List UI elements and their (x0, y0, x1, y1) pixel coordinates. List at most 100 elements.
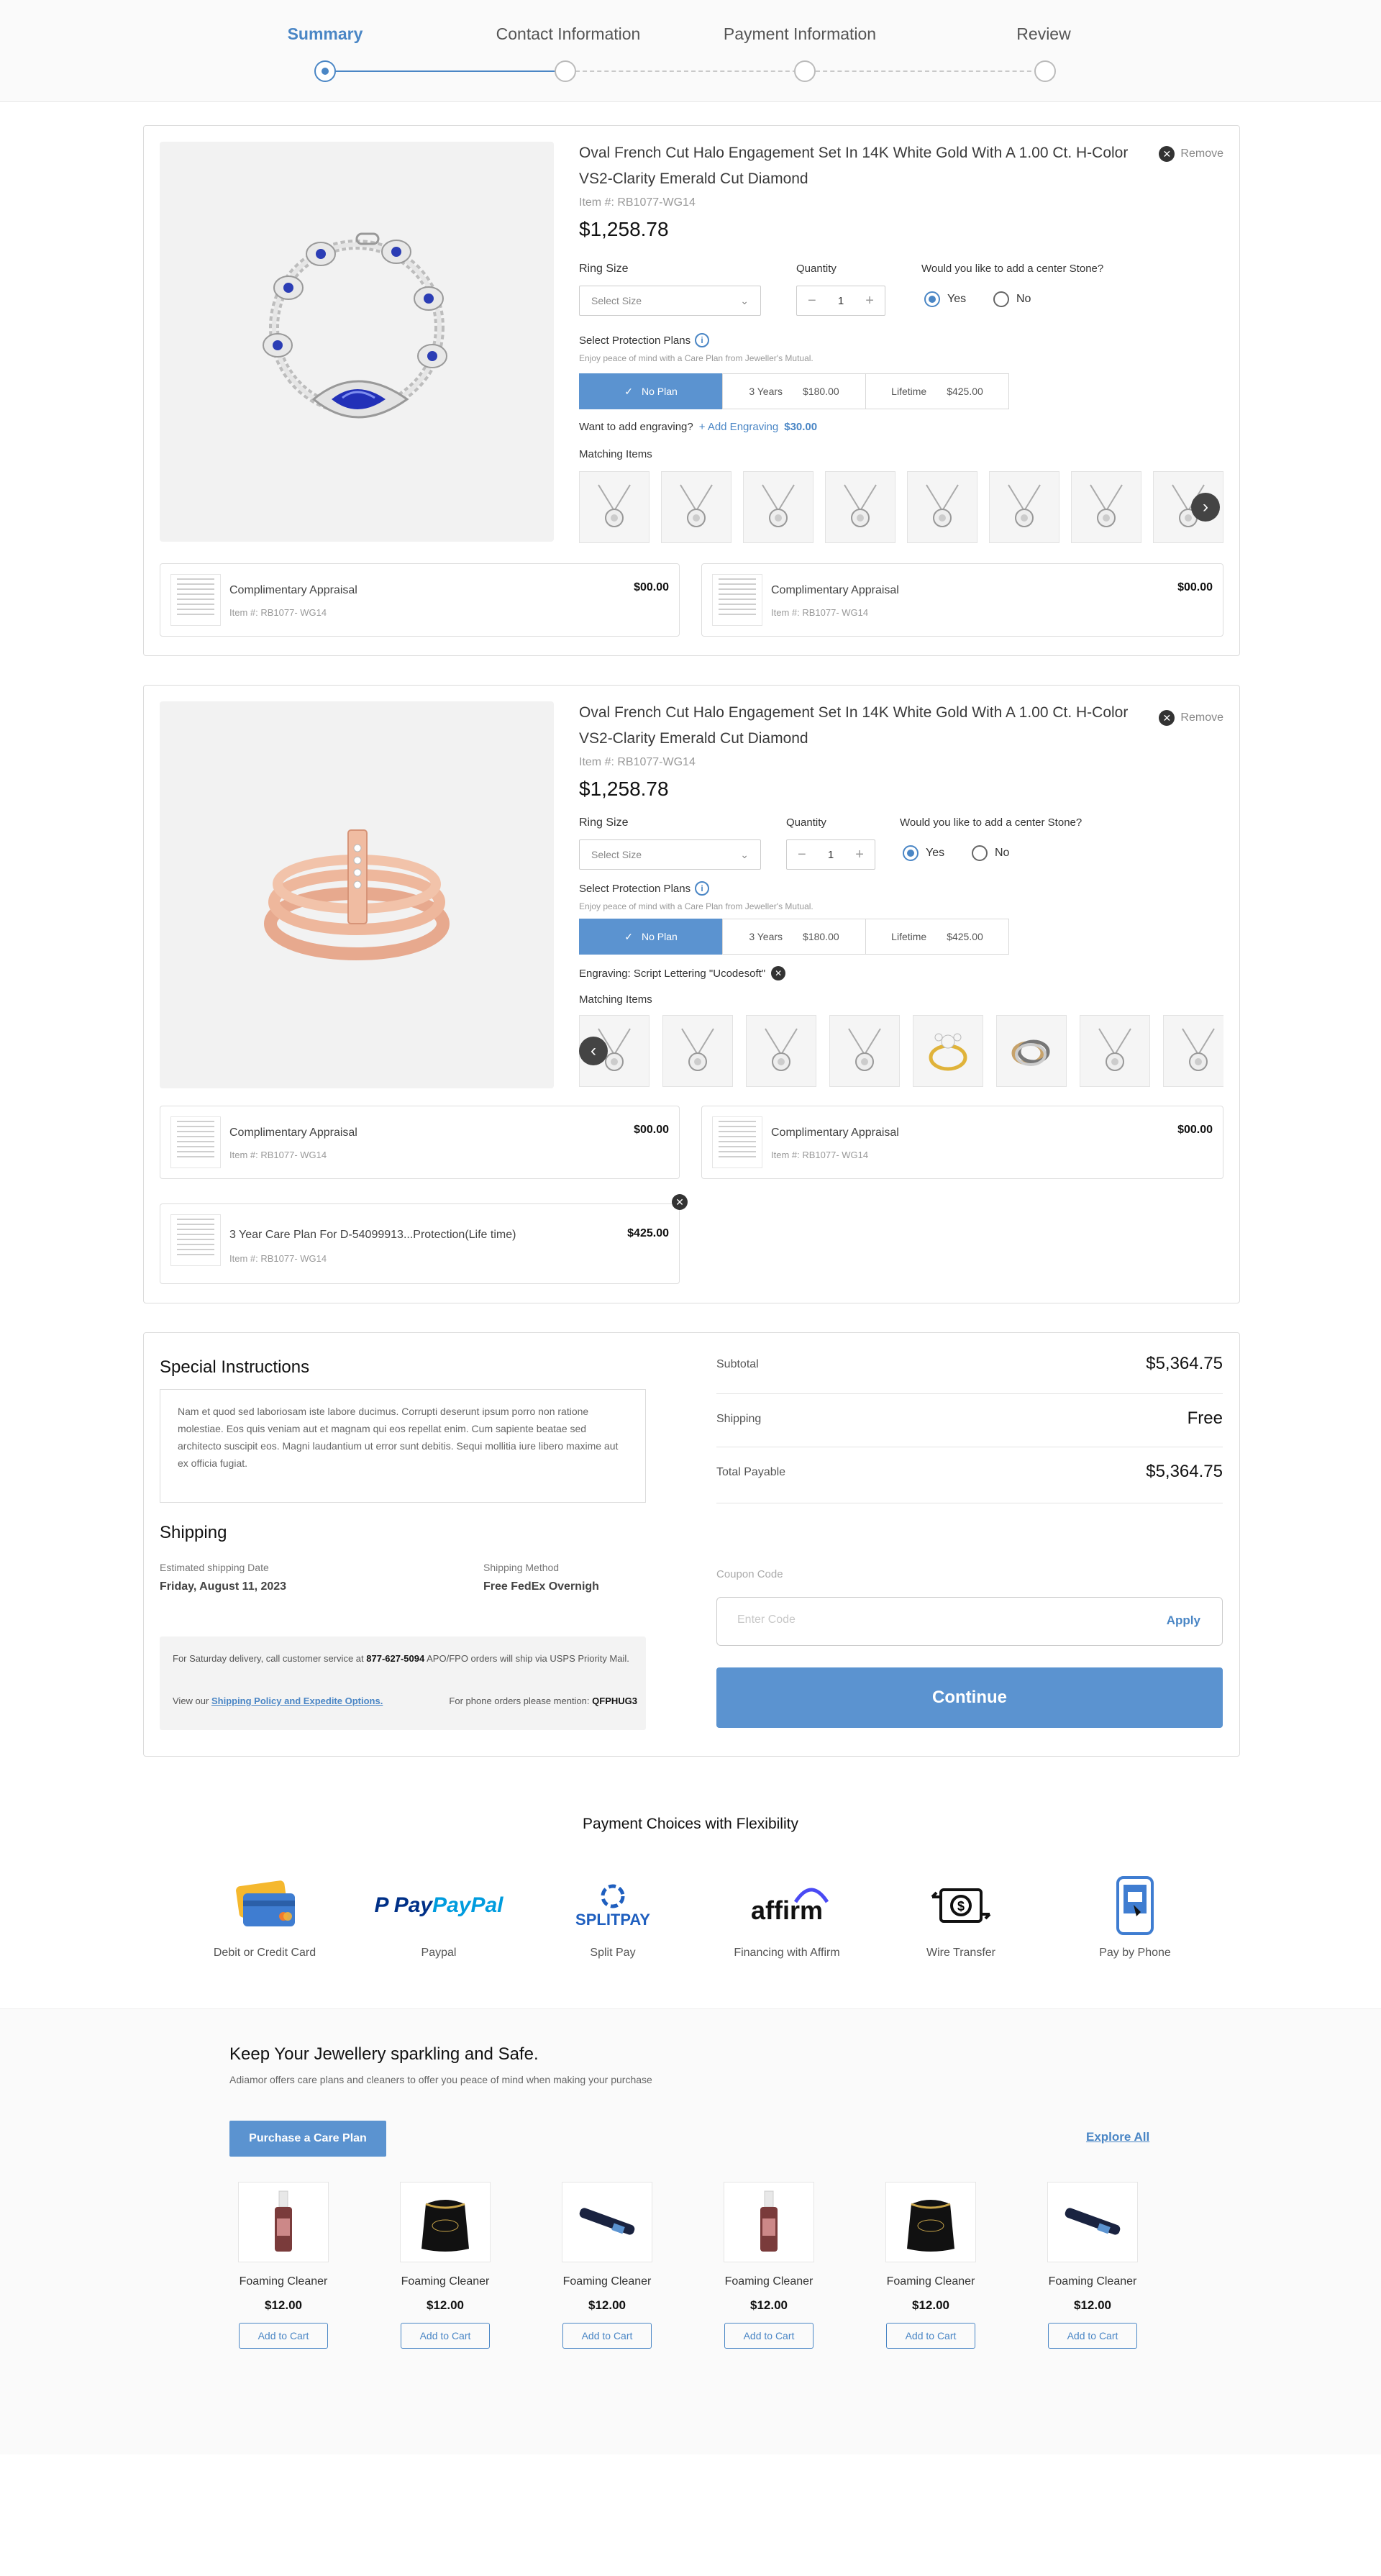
care-plans-section: Keep Your Jewellery sparkling and Safe. … (0, 2008, 1381, 2454)
matching-item-pendant[interactable] (746, 1015, 816, 1087)
remove-button[interactable]: ✕ Remove (1159, 146, 1223, 162)
add-to-cart-button[interactable]: Add to Cart (724, 2323, 813, 2349)
plus-icon[interactable]: + (865, 293, 874, 309)
add-to-cart-button[interactable]: Add to Cart (562, 2323, 652, 2349)
plan-lifetime[interactable]: Lifetime $425.00 (865, 373, 1009, 409)
explore-all-link[interactable]: Explore All (1086, 2130, 1149, 2144)
matching-item-pendant[interactable] (1163, 1015, 1223, 1087)
matching-item-pendant[interactable] (907, 471, 977, 543)
payment-option-paypal[interactable]: P PayPayPal Paypal (367, 1873, 511, 1960)
purchase-care-plan-button[interactable]: Purchase a Care Plan (229, 2121, 386, 2157)
matching-item-gold-ring[interactable] (913, 1015, 983, 1087)
step-review-label[interactable]: Review (1016, 24, 1070, 44)
product-title[interactable]: Oval French Cut Halo Engagement Set In 1… (579, 140, 1154, 192)
product-image[interactable] (885, 2182, 976, 2262)
care-product-name: Foaming Cleaner (562, 2275, 652, 2288)
chevron-down-icon: ⌄ (740, 848, 749, 860)
view-our-text: View our (173, 1696, 209, 1706)
plan-3-years[interactable]: 3 Years $180.00 (722, 919, 866, 955)
product-image-bracelet[interactable] (160, 142, 554, 542)
center-stone-no[interactable]: No (972, 845, 1009, 861)
product-price: $1,258.78 (579, 218, 669, 240)
matching-item-pendant[interactable] (743, 471, 813, 543)
ring-size-select[interactable]: Select Size ⌄ (579, 286, 761, 316)
matching-item-trinity-ring[interactable] (996, 1015, 1067, 1087)
product-image[interactable] (400, 2182, 491, 2262)
add-to-cart-button[interactable]: Add to Cart (239, 2323, 328, 2349)
minus-icon[interactable]: − (798, 847, 806, 863)
product-image[interactable] (562, 2182, 652, 2262)
product-image[interactable] (724, 2182, 814, 2262)
ring-size-select[interactable]: Select Size ⌄ (579, 839, 761, 870)
center-stone-question: Would you like to add a center Stone? (921, 263, 1104, 275)
engraving-row: Want to add engraving? + Add Engraving $30… (579, 421, 817, 433)
shipping-policy-link[interactable]: Shipping Policy and Expedite Options. (211, 1696, 383, 1706)
care-plan-item: 3 Year Care Plan For D-54099913...Protec… (160, 1194, 688, 1284)
payment-option-label: Debit or Credit Card (213, 1947, 316, 1959)
payment-option-splitpay[interactable]: SPLITPAY Split Pay (541, 1873, 685, 1960)
plan-lifetime[interactable]: Lifetime $425.00 (865, 919, 1009, 955)
step-connector (575, 70, 804, 72)
coupon-placeholder: Enter Code (737, 1614, 796, 1626)
center-stone-yes[interactable]: Yes (924, 291, 966, 307)
matching-item-pendant[interactable] (829, 1015, 900, 1087)
add-to-cart-button[interactable]: Add to Cart (886, 2323, 975, 2349)
promo-code: QFPHUG3 (592, 1696, 637, 1706)
care-plan-name: 3 Year Care Plan For D-54099913...Protec… (229, 1229, 516, 1241)
plus-icon[interactable]: + (855, 847, 864, 863)
center-stone-no[interactable]: No (993, 291, 1031, 307)
pendant-image (926, 484, 959, 527)
add-engraving-link[interactable]: + Add Engraving (699, 421, 779, 433)
protection-label-text: Select Protection Plans (579, 334, 691, 347)
plan-no-plan[interactable]: ✓ No Plan (579, 919, 723, 955)
matching-item-pendant[interactable] (1071, 471, 1141, 543)
info-icon[interactable]: i (695, 881, 710, 896)
apply-button[interactable]: Apply (1167, 1614, 1200, 1628)
payment-option-affirm[interactable]: affirm Financing with Affirm (715, 1873, 859, 1960)
carousel-next-icon[interactable]: › (1191, 493, 1220, 522)
shipping-method-label: Shipping Method (483, 1562, 560, 1573)
payment-option-card[interactable]: Debit or Credit Card (193, 1873, 337, 1960)
cart-item-card: Oval French Cut Halo Engagement Set In 1… (143, 125, 1240, 656)
care-product-price: $12.00 (427, 2298, 464, 2312)
add-to-cart-button[interactable]: Add to Cart (1048, 2323, 1137, 2349)
remove-button[interactable]: ✕ Remove (1159, 710, 1223, 726)
matching-item-pendant[interactable] (661, 471, 731, 543)
special-instructions-textarea[interactable]: Nam et quod sed laboriosam iste labore d… (160, 1389, 646, 1503)
step-contact-dot[interactable] (555, 60, 576, 82)
matching-item-pendant[interactable] (1080, 1015, 1150, 1087)
add-to-cart-button[interactable]: Add to Cart (401, 2323, 490, 2349)
matching-item-pendant[interactable] (989, 471, 1059, 543)
plan-no-plan[interactable]: ✓ No Plan (579, 373, 723, 409)
remove-care-plan-icon[interactable]: ✕ (672, 1194, 688, 1210)
step-summary-label[interactable]: Summary (288, 24, 363, 44)
remove-engraving-icon[interactable]: ✕ (771, 966, 786, 980)
payment-option-phone[interactable]: Pay by Phone (1063, 1873, 1207, 1960)
step-review-dot[interactable] (1034, 60, 1056, 82)
payment-option-wire[interactable]: $ Wire Transfer (889, 1873, 1033, 1960)
paypal-logo-text: PayPal (432, 1893, 503, 1917)
continue-button[interactable]: Continue (716, 1667, 1223, 1728)
matching-item-pendant[interactable] (662, 1015, 733, 1087)
step-payment-dot[interactable] (794, 60, 816, 82)
product-image-ring[interactable] (160, 701, 554, 1088)
quantity-stepper[interactable]: − 1 + (786, 839, 875, 870)
phone-number[interactable]: 877-627-5094 (366, 1653, 424, 1664)
product-image[interactable] (1047, 2182, 1138, 2262)
quantity-stepper[interactable]: − 1 + (796, 286, 885, 316)
product-title[interactable]: Oval French Cut Halo Engagement Set In 1… (579, 700, 1154, 752)
step-summary-dot[interactable] (314, 60, 336, 82)
protection-subtext: Enjoy peace of mind with a Care Plan fro… (579, 901, 813, 911)
center-stone-yes[interactable]: Yes (903, 845, 944, 861)
step-contact-label[interactable]: Contact Information (496, 24, 641, 44)
info-icon[interactable]: i (695, 333, 710, 347)
plan-3-years[interactable]: 3 Years $180.00 (722, 373, 866, 409)
step-payment-label[interactable]: Payment Information (724, 24, 876, 44)
product-image[interactable] (238, 2182, 329, 2262)
protection-plans-label: Select Protection Plans i (579, 333, 710, 347)
minus-icon[interactable]: − (808, 293, 816, 309)
matching-item-pendant[interactable] (579, 471, 650, 543)
carousel-prev-icon[interactable]: ‹ (579, 1037, 608, 1065)
coupon-input[interactable]: Enter Code Apply (716, 1597, 1223, 1646)
matching-item-pendant[interactable] (825, 471, 895, 543)
